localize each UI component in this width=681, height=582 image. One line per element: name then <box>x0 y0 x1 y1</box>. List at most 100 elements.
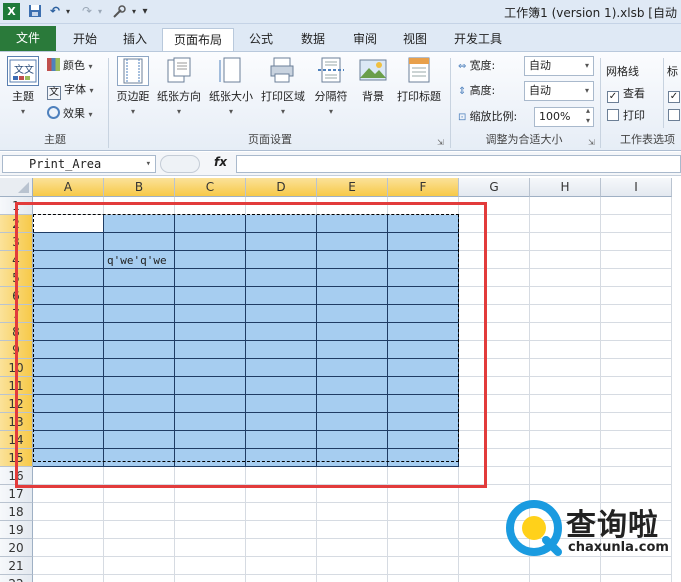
tab-insert[interactable]: 插入 <box>112 28 158 51</box>
cell-i10[interactable] <box>601 359 672 377</box>
undo-icon[interactable]: ↶ <box>48 3 62 20</box>
cell-h7[interactable] <box>530 305 601 323</box>
cell-e22[interactable] <box>317 575 388 582</box>
tab-review[interactable]: 审阅 <box>342 28 388 51</box>
cell-f21[interactable] <box>388 557 459 575</box>
cell-h6[interactable] <box>530 287 601 305</box>
cell-h22[interactable] <box>530 575 601 582</box>
cell-i12[interactable] <box>601 395 672 413</box>
cell-i7[interactable] <box>601 305 672 323</box>
cell-h15[interactable] <box>530 449 601 467</box>
tab-page-layout[interactable]: 页面布局 <box>162 28 234 51</box>
page-setup-dialog-launcher-icon[interactable]: ⇲ <box>437 138 444 147</box>
cell-c22[interactable] <box>175 575 246 582</box>
cell-i16[interactable] <box>601 467 672 485</box>
cell-b19[interactable] <box>104 521 175 539</box>
row-header-20[interactable]: 20 <box>0 539 33 557</box>
column-header-i[interactable]: I <box>601 178 672 197</box>
size-button[interactable]: 纸张大小 ▾ <box>209 56 253 117</box>
cell-a22[interactable] <box>33 575 104 582</box>
gridlines-view-checkbox[interactable]: ✓ 查看 <box>607 84 645 104</box>
cell-e20[interactable] <box>317 539 388 557</box>
cell-h5[interactable] <box>530 269 601 287</box>
scale-spinner[interactable]: 100% ▴ ▾ <box>534 106 594 127</box>
cell-h14[interactable] <box>530 431 601 449</box>
cell-b22[interactable] <box>104 575 175 582</box>
cell-f19[interactable] <box>388 521 459 539</box>
cell-i22[interactable] <box>601 575 672 582</box>
tab-home[interactable]: 开始 <box>62 28 108 51</box>
cell-i9[interactable] <box>601 341 672 359</box>
cell-a19[interactable] <box>33 521 104 539</box>
tab-file[interactable]: 文件 <box>0 26 56 51</box>
row-header-19[interactable]: 19 <box>0 521 33 539</box>
cell-i2[interactable] <box>601 215 672 233</box>
margins-button[interactable]: 页边距 ▾ <box>112 56 154 117</box>
cell-d22[interactable] <box>246 575 317 582</box>
gridlines-print-checkbox[interactable]: 打印 <box>607 106 645 126</box>
cell-c19[interactable] <box>175 521 246 539</box>
cell-e18[interactable] <box>317 503 388 521</box>
cell-d21[interactable] <box>246 557 317 575</box>
redo-icon[interactable]: ↷ <box>80 3 94 20</box>
scale-dialog-launcher-icon[interactable]: ⇲ <box>588 138 595 147</box>
formula-input[interactable] <box>236 155 681 173</box>
cell-f22[interactable] <box>388 575 459 582</box>
cell-i13[interactable] <box>601 413 672 431</box>
cell-a21[interactable] <box>33 557 104 575</box>
effects-button[interactable]: 效果 ▾ <box>47 104 93 124</box>
undo-dropdown-icon[interactable]: ▾ <box>64 3 72 20</box>
colors-button[interactable]: 颜色 ▾ <box>47 56 93 76</box>
cell-b18[interactable] <box>104 503 175 521</box>
name-box[interactable]: Print_Area ▾ <box>2 155 156 173</box>
headings-print-checkbox[interactable] <box>668 106 681 126</box>
fonts-button[interactable]: 文字体 ▾ <box>47 80 94 100</box>
customize-quick-access-icon[interactable]: ▾ <box>140 3 150 20</box>
cell-b20[interactable] <box>104 539 175 557</box>
cell-i6[interactable] <box>601 287 672 305</box>
height-combo[interactable]: 自动 ▾ <box>524 81 594 101</box>
tab-developer[interactable]: 开发工具 <box>444 28 512 51</box>
cell-e21[interactable] <box>317 557 388 575</box>
excel-icon[interactable]: X <box>3 3 20 20</box>
cell-f18[interactable] <box>388 503 459 521</box>
cell-i8[interactable] <box>601 323 672 341</box>
tab-data[interactable]: 数据 <box>290 28 336 51</box>
cell-d18[interactable] <box>246 503 317 521</box>
cell-i1[interactable] <box>601 197 672 215</box>
column-header-a[interactable]: A <box>33 178 104 197</box>
column-header-f[interactable]: F <box>388 178 459 197</box>
print-area-button[interactable]: 打印区域 ▾ <box>261 56 305 117</box>
column-header-e[interactable]: E <box>317 178 388 197</box>
insert-function-icon[interactable]: fx <box>214 155 227 169</box>
row-header-22[interactable]: 22 <box>0 575 33 582</box>
cell-c20[interactable] <box>175 539 246 557</box>
breaks-button[interactable]: 分隔符 ▾ <box>310 56 352 117</box>
themes-button[interactable]: 文文 主题 ▾ <box>2 56 44 117</box>
cell-i5[interactable] <box>601 269 672 287</box>
width-combo[interactable]: 自动 ▾ <box>524 56 594 76</box>
cell-b21[interactable] <box>104 557 175 575</box>
cell-i11[interactable] <box>601 377 672 395</box>
cell-h4[interactable] <box>530 251 601 269</box>
headings-view-checkbox[interactable]: ✓ <box>668 84 681 104</box>
cell-c21[interactable] <box>175 557 246 575</box>
cell-h8[interactable] <box>530 323 601 341</box>
column-header-b[interactable]: B <box>104 178 175 197</box>
cell-a20[interactable] <box>33 539 104 557</box>
tab-formulas[interactable]: 公式 <box>238 28 284 51</box>
cell-h13[interactable] <box>530 413 601 431</box>
cell-g22[interactable] <box>459 575 530 582</box>
cell-a18[interactable] <box>33 503 104 521</box>
redo-dropdown-icon[interactable]: ▾ <box>96 3 104 20</box>
cell-h1[interactable] <box>530 197 601 215</box>
formula-splitter[interactable] <box>160 155 200 173</box>
cell-d19[interactable] <box>246 521 317 539</box>
select-all-corner[interactable] <box>0 178 33 197</box>
cell-c18[interactable] <box>175 503 246 521</box>
cell-e19[interactable] <box>317 521 388 539</box>
cell-i4[interactable] <box>601 251 672 269</box>
tools-icon[interactable] <box>110 3 128 20</box>
cell-h12[interactable] <box>530 395 601 413</box>
column-header-c[interactable]: C <box>175 178 246 197</box>
